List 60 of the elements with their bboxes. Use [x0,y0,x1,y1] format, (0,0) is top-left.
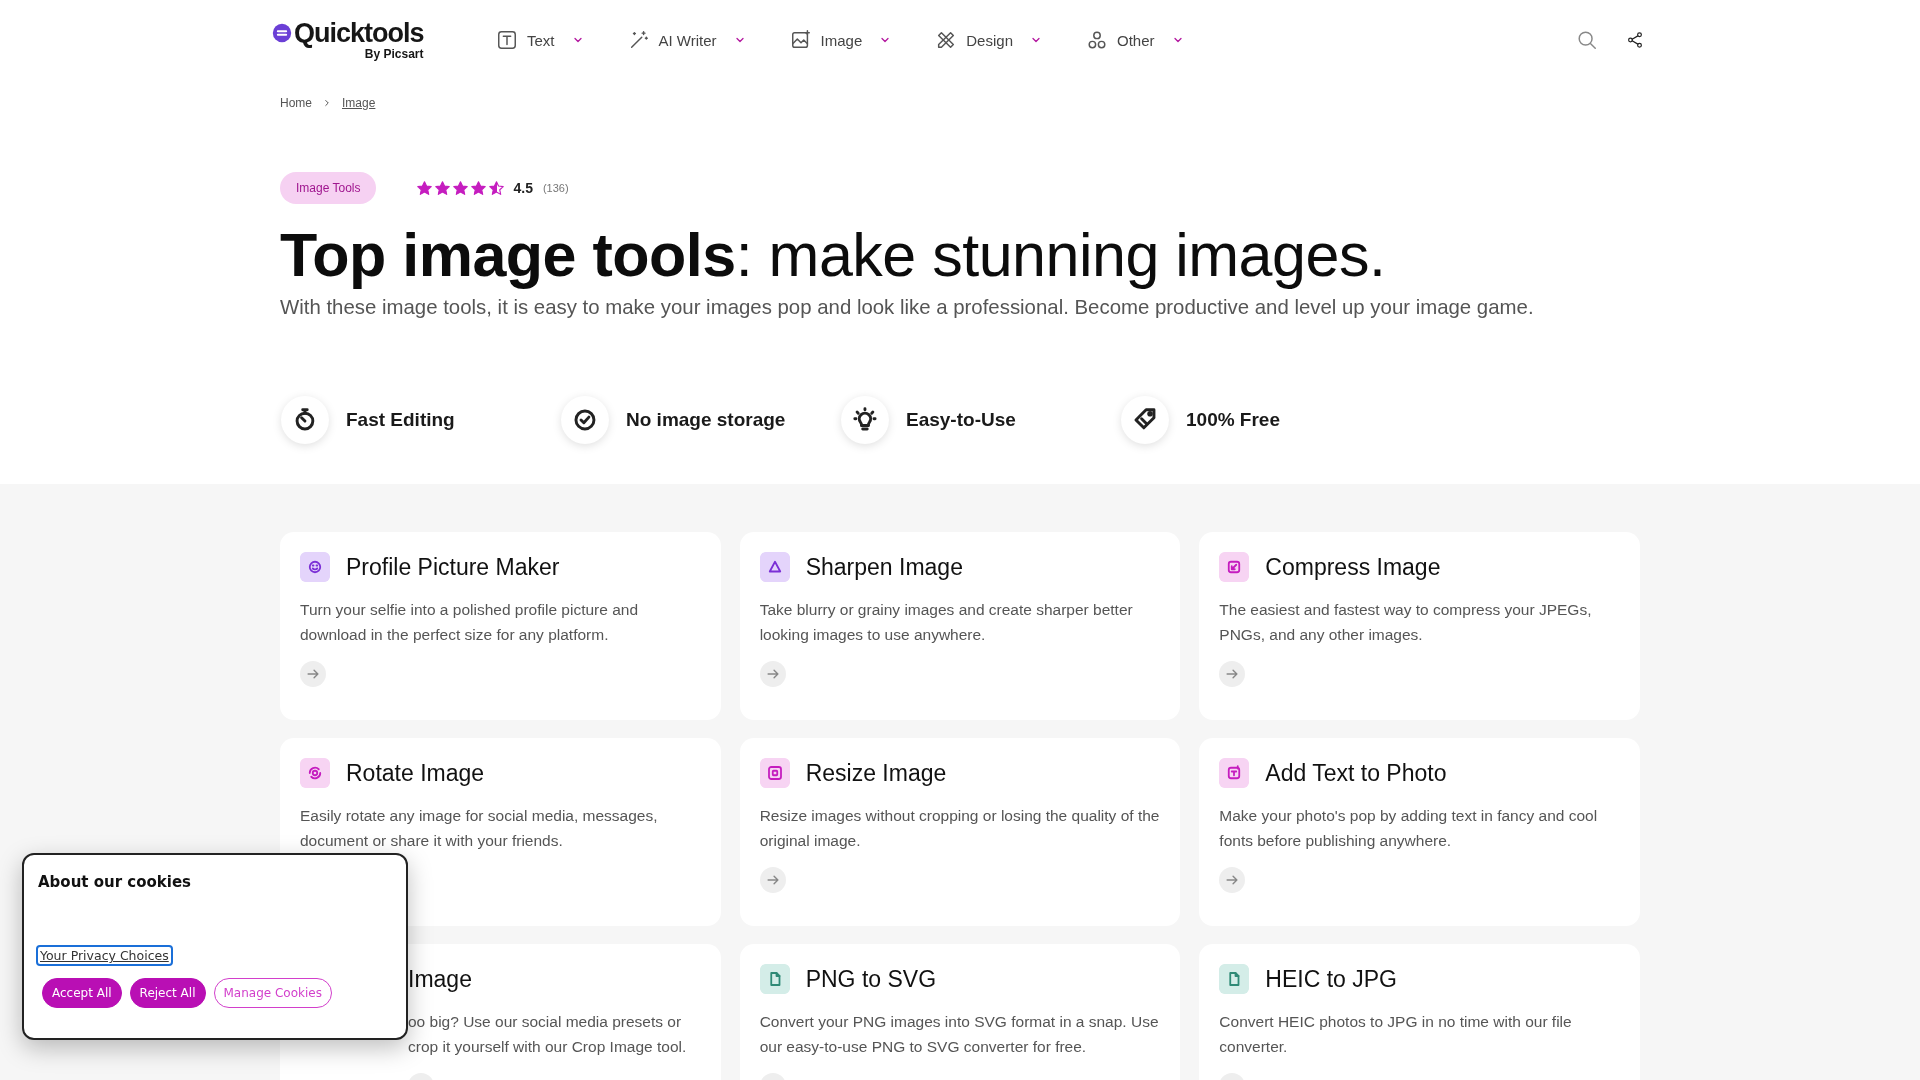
tool-card[interactable]: Resize Image Resize images without cropping or losing the quality of the original image. [739,738,1181,926]
tool-title: PNG to SVG [805,965,937,993]
nav-menu-button[interactable]: Text [496,29,584,51]
tool-title: Profile Picture Maker [346,553,560,581]
logo-icon [272,23,292,43]
tool-description: Convert HEIC photos to JPG in no time with our file converter. [1219,1012,1573,1057]
search-icon[interactable] [1576,29,1598,51]
cookie-button[interactable]: Accept All [42,978,122,1008]
page-description: With these image tools, it is easy to make your images pop and look like a professional. Become productive and level up your image game. [280,296,1535,319]
star-icon [488,179,506,197]
tool-card[interactable]: HEIC to JPG Convert HEIC photos to JPG in no time with our file converter. [1199,944,1640,1080]
review-count: (136) [542,182,569,194]
breadcrumb-link[interactable]: Home [280,96,312,110]
circles-icon [1086,29,1108,51]
tool-title: Sharpen Image [805,553,963,581]
image-icon [789,29,812,51]
feature-label: Easy-to-Use [906,409,1016,431]
tool-card[interactable]: Compress Image The easiest and fastest way to compress your JPEGs, PNGs, and any other images. [1199,532,1640,720]
tool-description: Take blurry or grainy images and create sharper better looking images to use anywhere. [759,600,1134,645]
cookie-button[interactable]: Reject All [129,978,206,1008]
text-icon [496,29,518,51]
category-badge: Image Tools [280,172,377,204]
dialog-title: About our cookies [38,873,193,891]
nav-menu-button[interactable]: Design [935,29,1042,51]
privacy-choices-link[interactable]: Your Privacy Choices [36,945,173,966]
tool-card[interactable]: Add Text to Photo Make your photo's pop by adding text in fancy and cool fonts before publishing anywhere. [1199,738,1640,926]
tool-title: Rotate Image [346,759,485,787]
breadcrumb-link[interactable]: Image [342,96,376,110]
tool-title: HEIC to JPG [1265,965,1397,993]
feature-label: Fast Editing [346,409,455,431]
logo-text[interactable]: Quicktools [294,19,424,47]
share-icon[interactable] [1626,31,1644,49]
tool-description: Turn your selfie into a polished profile picture and download in the perfect size for any platform. [300,600,640,645]
feature-label: No image storage [626,409,786,431]
feature-label: 100% Free [1186,409,1280,431]
nav-menu-button[interactable]: Other [1086,29,1184,51]
tool-card[interactable]: Sharpen Image Take blurry or grainy images and create sharper better looking images to use anywhere. [739,532,1181,720]
tool-card[interactable]: PNG to SVG Convert your PNG images into SVG format in a snap. Use our easy-to-use PNG to SVG converter for free. [739,944,1181,1080]
tool-description: oo big? Use our social media presets or crop it yourself with our Crop Image tool. [408,1012,688,1057]
tool-description: Resize images without cropping or losing the quality of the original image. [759,806,1161,851]
tool-title: Add Text to Photo [1265,759,1447,787]
cookie-button[interactable]: Manage Cookies [213,978,332,1008]
nav-menu-button[interactable]: Image [789,29,892,51]
tool-card[interactable]: Profile Picture Maker Turn your selfie into a polished profile picture and download in the perfect size for any platform. [280,532,721,720]
tool-description: Make your photo's pop by adding text in fancy and cool fonts before publishing anywhere. [1219,806,1599,851]
tool-title: Compress Image [1265,553,1441,581]
star-icon [452,179,470,197]
logo-subtitle: By Picsart [364,47,424,61]
tool-description: Easily rotate any image for social media, messages, document or share it with your friends. [300,806,659,851]
tool-title: Resize Image [805,759,947,787]
nav-menu-button[interactable]: AI Writer [627,29,746,51]
page-heading: Top image tools: make stunning images. [280,220,1387,290]
tool-description: Convert your PNG images into SVG format in a snap. Use our easy-to-use PNG to SVG converter for free. [759,1012,1160,1057]
star-icon [416,179,434,197]
rating-value: 4.5 [513,180,533,196]
star-icon [470,179,488,197]
star-icon [434,179,452,197]
tool-title: Image [408,965,472,993]
tool-description: The easiest and fastest way to compress your JPEGs, PNGs, and any other images. [1219,600,1593,645]
chevron-right-icon [322,98,332,108]
